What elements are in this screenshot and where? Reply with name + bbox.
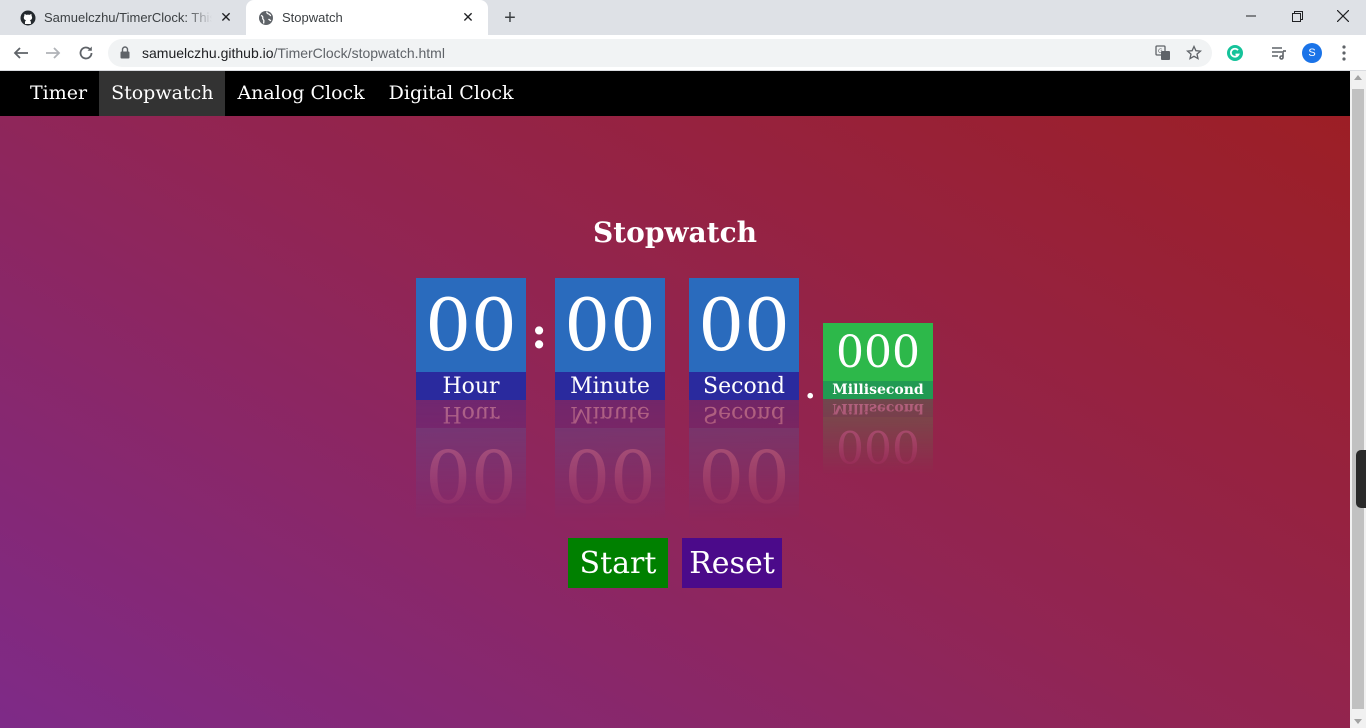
url-host: samuelczhu.github.io bbox=[142, 45, 274, 61]
page-viewport: Timer Stopwatch Analog Clock Digital Clo… bbox=[0, 71, 1350, 728]
hour-reflection: 00 Hour bbox=[416, 400, 526, 522]
github-icon bbox=[20, 10, 36, 26]
grammarly-icon[interactable] bbox=[1224, 42, 1246, 64]
browser-toolbar: samuelczhu.github.io/TimerClock/stopwatc… bbox=[0, 35, 1366, 71]
close-window-icon[interactable] bbox=[1320, 0, 1366, 32]
tab-title: Stopwatch bbox=[282, 10, 343, 25]
scroll-up-arrow-icon[interactable] bbox=[1354, 75, 1362, 80]
tab-title: Samuelczhu/TimerClock: This w bbox=[44, 10, 212, 25]
page-title: Stopwatch bbox=[593, 216, 757, 249]
tab-github[interactable]: Samuelczhu/TimerClock: This w ✕ bbox=[8, 0, 246, 35]
page-scrollbar[interactable] bbox=[1350, 71, 1366, 728]
back-arrow-icon[interactable] bbox=[8, 40, 34, 66]
start-button[interactable]: Start bbox=[568, 538, 668, 588]
colon-separator: : bbox=[531, 308, 548, 359]
dot-separator: . bbox=[805, 371, 816, 406]
scroll-down-arrow-icon[interactable] bbox=[1354, 719, 1362, 724]
nav-item-digital-clock[interactable]: Digital Clock bbox=[377, 71, 526, 116]
second-display: 00 Second 00 Second bbox=[689, 278, 799, 522]
media-queue-icon[interactable] bbox=[1268, 42, 1290, 64]
tab-stopwatch[interactable]: Stopwatch ✕ bbox=[246, 0, 488, 35]
millisecond-label: Millisecond bbox=[823, 381, 933, 399]
lock-icon bbox=[120, 46, 130, 64]
hour-display: 00 Hour 00 Hour bbox=[416, 278, 526, 522]
second-label: Second bbox=[689, 372, 799, 400]
translate-icon[interactable]: G bbox=[1154, 44, 1172, 62]
minute-value: 00 bbox=[555, 278, 665, 372]
tab-strip: Samuelczhu/TimerClock: This w ✕ Stopwatc… bbox=[0, 0, 1366, 35]
scrollbar-thumb[interactable] bbox=[1352, 89, 1364, 709]
nav-item-analog-clock[interactable]: Analog Clock bbox=[225, 71, 376, 116]
url-path: /TimerClock/stopwatch.html bbox=[273, 45, 445, 61]
reload-icon[interactable] bbox=[73, 40, 99, 66]
side-panel-handle[interactable] bbox=[1356, 450, 1366, 508]
bookmark-star-icon[interactable] bbox=[1185, 44, 1203, 62]
second-reflection-label: Second bbox=[689, 400, 799, 428]
hour-label: Hour bbox=[416, 372, 526, 400]
minute-reflection-value: 00 bbox=[555, 428, 665, 522]
millisecond-reflection-label: Millisecond bbox=[823, 399, 933, 417]
minute-reflection-label: Minute bbox=[555, 400, 665, 428]
globe-icon bbox=[258, 10, 274, 26]
site-nav: Timer Stopwatch Analog Clock Digital Clo… bbox=[0, 71, 1350, 116]
hour-reflection-value: 00 bbox=[416, 428, 526, 522]
minute-label: Minute bbox=[555, 372, 665, 400]
second-reflection-value: 00 bbox=[689, 428, 799, 522]
reset-button[interactable]: Reset bbox=[682, 538, 782, 588]
close-tab-icon[interactable]: ✕ bbox=[460, 9, 476, 26]
millisecond-reflection-value: 000 bbox=[823, 417, 933, 475]
forward-arrow-icon[interactable] bbox=[40, 40, 66, 66]
second-value: 00 bbox=[689, 278, 799, 372]
restore-icon[interactable] bbox=[1274, 0, 1320, 32]
svg-text:G: G bbox=[1158, 48, 1163, 55]
nav-item-timer[interactable]: Timer bbox=[18, 71, 99, 116]
close-tab-icon[interactable]: ✕ bbox=[218, 9, 234, 26]
second-reflection: 00 Second bbox=[689, 400, 799, 522]
menu-kebab-icon[interactable] bbox=[1333, 42, 1355, 64]
nav-item-stopwatch[interactable]: Stopwatch bbox=[99, 71, 226, 116]
minimize-icon[interactable] bbox=[1228, 0, 1274, 32]
minute-reflection: 00 Minute bbox=[555, 400, 665, 522]
minute-display: 00 Minute 00 Minute bbox=[555, 278, 665, 522]
millisecond-display: 000 Millisecond 000 Millisecond bbox=[823, 323, 933, 475]
profile-avatar[interactable]: S bbox=[1301, 42, 1323, 64]
hour-reflection-label: Hour bbox=[416, 400, 526, 428]
millisecond-reflection: 000 Millisecond bbox=[823, 399, 933, 475]
avatar: S bbox=[1302, 43, 1322, 63]
address-bar[interactable]: samuelczhu.github.io/TimerClock/stopwatc… bbox=[108, 39, 1212, 67]
hour-value: 00 bbox=[416, 278, 526, 372]
millisecond-value: 000 bbox=[823, 323, 933, 381]
url-text: samuelczhu.github.io/TimerClock/stopwatc… bbox=[142, 45, 445, 61]
new-tab-button[interactable]: + bbox=[498, 6, 522, 30]
